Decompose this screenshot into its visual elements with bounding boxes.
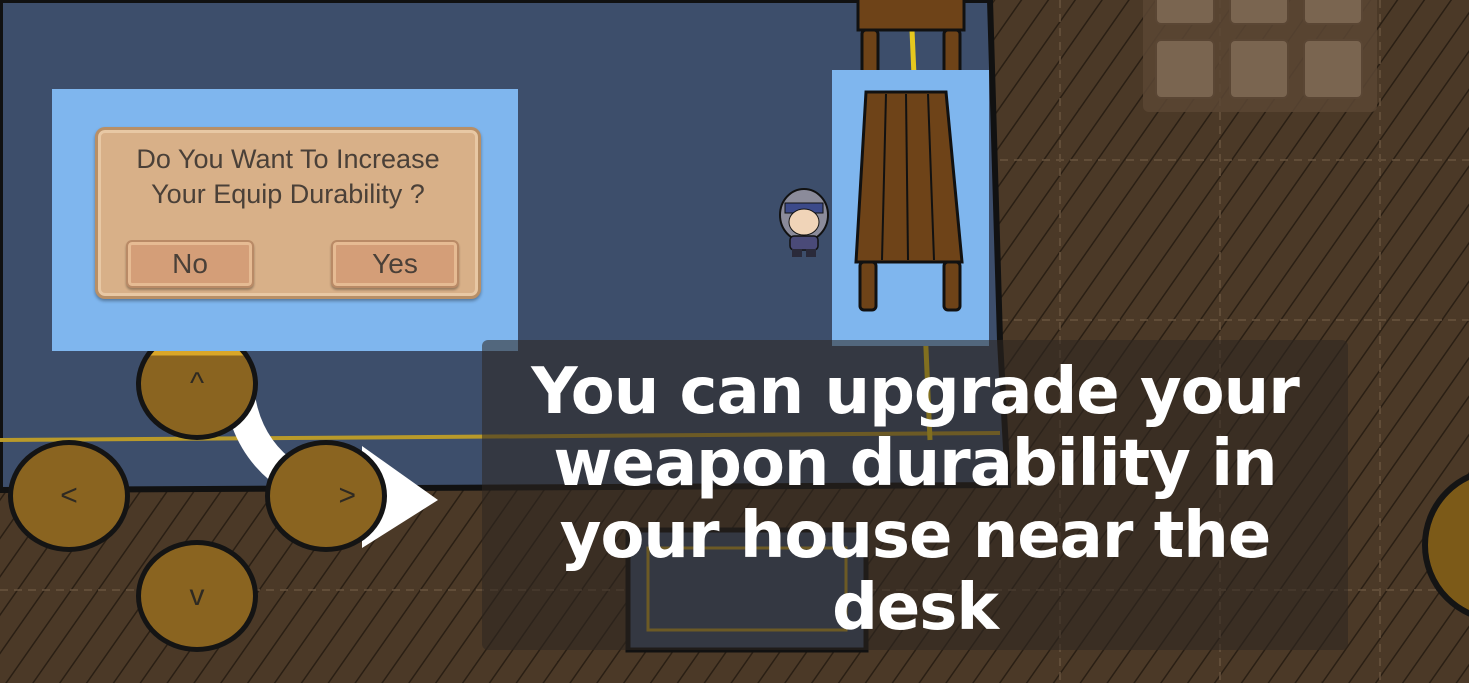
no-button[interactable]: No	[126, 240, 254, 288]
yes-button[interactable]: Yes	[331, 240, 459, 288]
dpad-right-button[interactable]: >	[265, 440, 387, 552]
upgrade-durability-dialog: Do You Want To Increase Your Equip Durab…	[95, 127, 481, 299]
dialog-message: Do You Want To Increase Your Equip Durab…	[136, 144, 440, 209]
dpad-left-button[interactable]: <	[8, 440, 130, 552]
tutorial-tooltip: You can upgrade your weapon durability i…	[482, 340, 1348, 650]
tutorial-text: You can upgrade your weapon durability i…	[531, 355, 1300, 645]
dpad-down-button[interactable]: v	[136, 540, 258, 652]
